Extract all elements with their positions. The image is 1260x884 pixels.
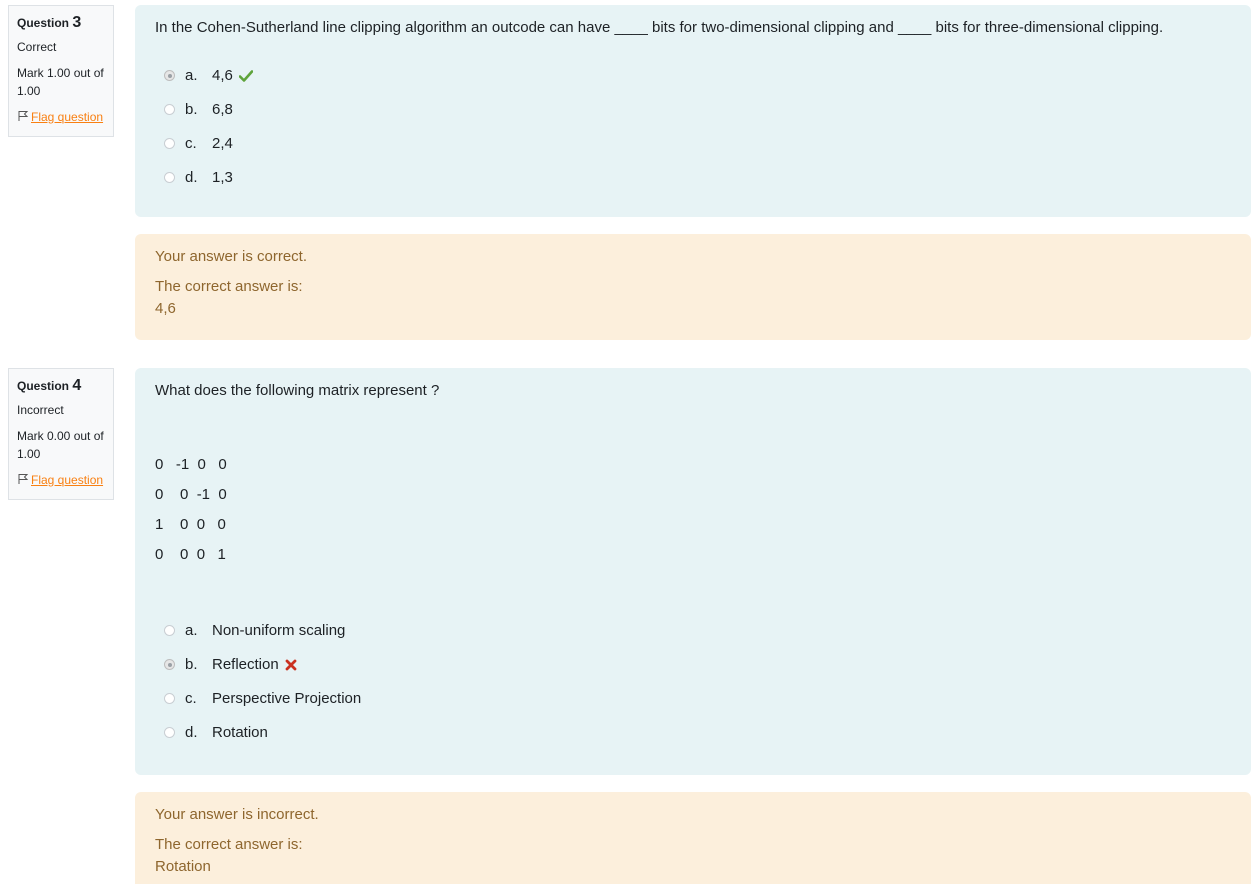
answer-option-c[interactable]: c. 2,4 [155,133,1231,167]
flag-icon [18,111,29,121]
answer-letter: a. [185,622,198,639]
answer-letter: d. [185,169,198,186]
flag-question-label[interactable]: Flag question [31,473,103,487]
answer-text: Perspective Projection [212,690,362,707]
answer-option-d[interactable]: d. Rotation [155,722,1231,756]
answer-letter: d. [185,724,198,741]
radio-button[interactable] [164,625,175,636]
question-text: In the Cohen-Sutherland line clipping al… [155,19,1164,36]
right-answer: 4,6 [155,300,176,317]
matrix-row: 0 0 -1 0 [155,486,227,503]
answer-option-a[interactable]: a. Non-uniform scaling [155,620,1231,654]
answer-option-b[interactable]: b. 6,8 [155,99,1231,133]
radio-button[interactable] [164,727,175,738]
flag-question-label[interactable]: Flag question [31,110,103,124]
outcome-result: Your answer is incorrect. [155,806,319,823]
answer-list: a. Non-uniform scaling b. Reflection c. … [155,620,1231,756]
matrix-row: 0 0 0 1 [155,546,226,563]
radio-button[interactable] [164,70,175,81]
answer-text: Reflection [212,656,279,673]
cross-icon [285,659,297,671]
answer-text: Non-uniform scaling [212,622,346,639]
question-number: 3 [72,14,82,31]
answer-option-a[interactable]: a. 4,6 [155,65,1231,99]
right-answer-label: The correct answer is: [155,278,303,295]
right-answer: Rotation [155,858,211,875]
answer-option-b[interactable]: b. Reflection [155,654,1231,688]
matrix-row: 0 -1 0 0 [155,456,227,473]
answer-text: 6,8 [212,101,233,118]
answer-text: 4,6 [212,67,233,84]
question-state: Incorrect [17,403,64,417]
flag-question-link[interactable]: Flag question [17,471,105,489]
matrix-row: 1 0 0 0 [155,516,226,533]
question-grade: Mark 1.00 out of 1.00 [17,66,104,98]
question-outcome: Your answer is correct. The correct answ… [135,234,1251,340]
answer-letter: b. [185,656,198,673]
question-info: Question 4 Incorrect Mark 0.00 out of 1.… [8,368,114,500]
question-info: Question 3 Correct Mark 1.00 out of 1.00… [8,5,114,137]
answer-text: 2,4 [212,135,233,152]
answer-option-c[interactable]: c. Perspective Projection [155,688,1231,722]
question-number: 4 [72,377,82,394]
answer-letter: a. [185,67,198,84]
question-formulation: In the Cohen-Sutherland line clipping al… [135,5,1251,217]
radio-button[interactable] [164,693,175,704]
answer-text: 1,3 [212,169,233,186]
answer-letter: c. [185,135,197,152]
radio-button[interactable] [164,659,175,670]
answer-text: Rotation [212,724,268,741]
radio-button[interactable] [164,172,175,183]
right-answer-label: The correct answer is: [155,836,303,853]
check-icon [238,70,253,82]
flag-icon [18,474,29,484]
matrix: 0 -1 0 0 0 0 -1 0 1 0 0 0 0 0 0 1 [155,454,1231,574]
outcome-result: Your answer is correct. [155,248,308,265]
question-formulation: What does the following matrix represent… [135,368,1251,775]
flag-question-link[interactable]: Flag question [17,108,105,126]
question-state: Correct [17,40,57,54]
radio-button[interactable] [164,104,175,115]
answer-letter: c. [185,690,197,707]
answer-list: a. 4,6 b. 6,8 c. 2,4 d. 1,3 [155,65,1231,201]
question-text: What does the following matrix represent… [155,382,440,399]
question-number-label: Question [17,379,70,393]
question-number-label: Question [17,16,70,30]
question-grade: Mark 0.00 out of 1.00 [17,429,104,461]
answer-option-d[interactable]: d. 1,3 [155,167,1231,201]
question-outcome: Your answer is incorrect. The correct an… [135,792,1251,884]
quiz-review-page: Question 3 Correct Mark 1.00 out of 1.00… [0,0,1260,884]
answer-letter: b. [185,101,198,118]
radio-button[interactable] [164,138,175,149]
